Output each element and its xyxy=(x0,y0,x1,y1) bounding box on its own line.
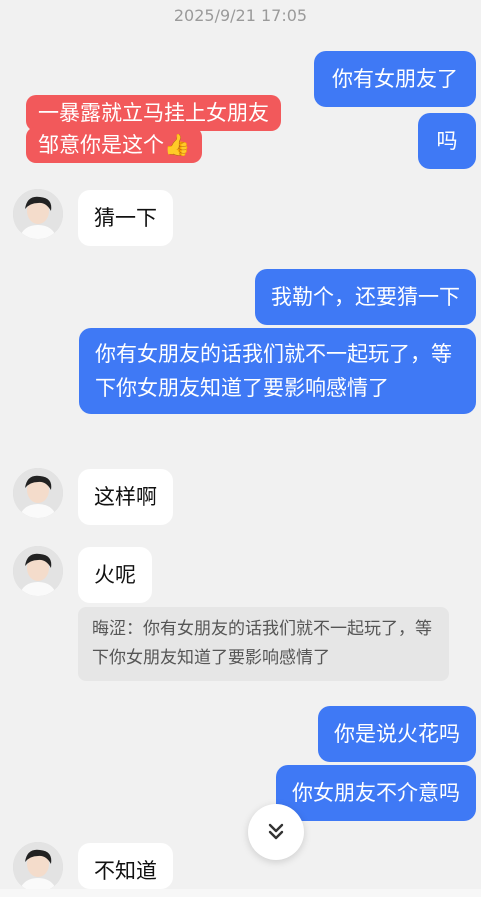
contact-avatar-icon xyxy=(13,189,63,239)
chevron-double-down-icon xyxy=(268,823,284,840)
avatar[interactable] xyxy=(13,546,63,596)
message-bubble-outgoing[interactable]: 你女朋友不介意吗 xyxy=(276,765,476,821)
annotation-line-1: 一暴露就立马挂上女朋友 xyxy=(26,95,281,131)
contact-avatar-icon xyxy=(13,468,63,518)
message-bubble-outgoing[interactable]: 你是说火花吗 xyxy=(318,706,476,762)
contact-avatar-icon xyxy=(13,546,63,596)
scroll-to-bottom-button[interactable] xyxy=(248,804,304,860)
contact-avatar-icon xyxy=(13,842,63,892)
message-bubble-incoming[interactable]: 不知道 xyxy=(78,843,173,889)
avatar[interactable] xyxy=(13,189,63,239)
chat-timestamp: 2025/9/21 17:05 xyxy=(173,6,308,25)
message-bubble-outgoing[interactable]: 你有女朋友了 xyxy=(314,51,476,107)
quoted-message[interactable]: 晦涩：你有女朋友的话我们就不一起玩了，等下你女朋友知道了要影响感情了 xyxy=(78,607,449,681)
message-bubble-incoming[interactable]: 猜一下 xyxy=(78,190,173,246)
message-bubble-incoming[interactable]: 这样啊 xyxy=(78,469,173,525)
avatar[interactable] xyxy=(13,842,63,892)
message-bubble-incoming[interactable]: 火呢 xyxy=(78,547,152,603)
annotation-line-2: 邹意你是这个👍 xyxy=(26,127,203,163)
message-bubble-outgoing[interactable]: 吗 xyxy=(418,113,476,169)
avatar[interactable] xyxy=(13,468,63,518)
annotation-overlay: 一暴露就立马挂上女朋友 邹意你是这个👍 xyxy=(26,95,281,163)
bottom-divider xyxy=(0,889,481,897)
message-bubble-outgoing[interactable]: 你有女朋友的话我们就不一起玩了，等下你女朋友知道了要影响感情了 xyxy=(79,328,476,414)
message-bubble-outgoing[interactable]: 我勒个，还要猜一下 xyxy=(255,269,476,325)
